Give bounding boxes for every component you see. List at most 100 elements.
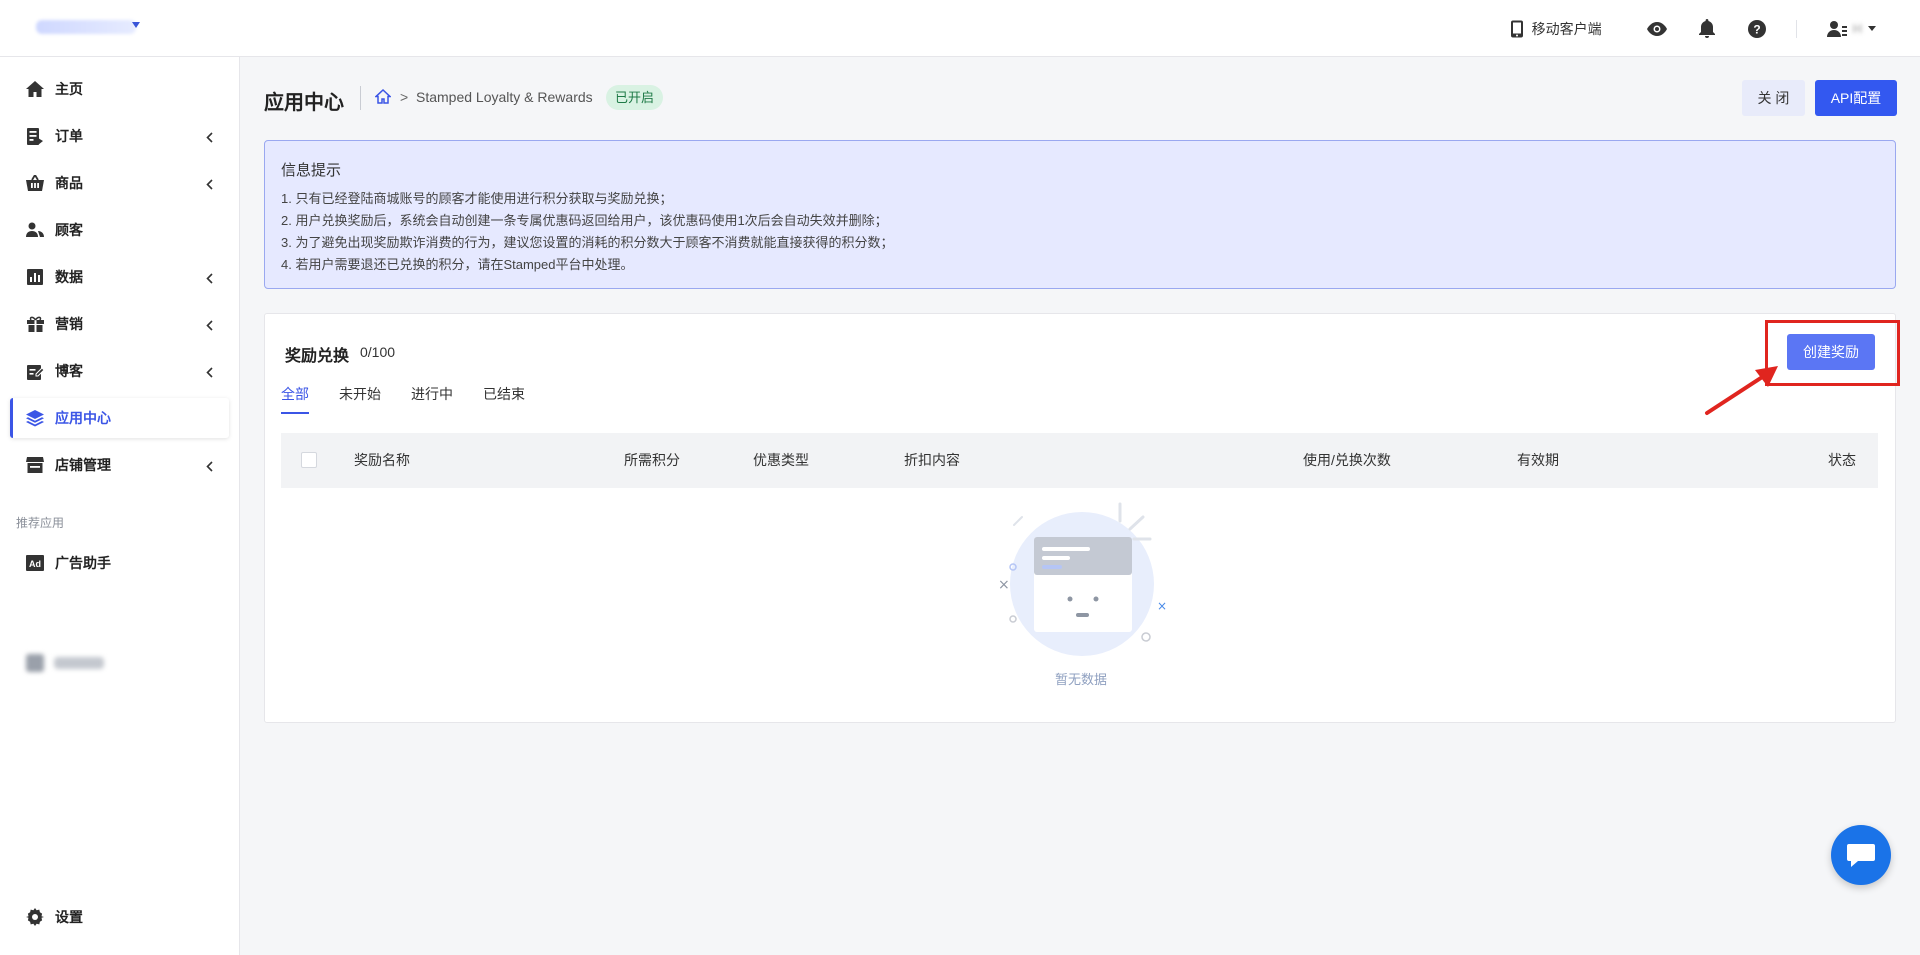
- topbar-divider: [1795, 19, 1797, 38]
- svg-text:?: ?: [1753, 22, 1760, 36]
- chat-bubble-icon: [1847, 844, 1875, 867]
- info-line: 4. 若用户需要退还已兑换的积分，请在Stamped平台中处理。: [281, 257, 634, 272]
- rewards-tabs: 全部 未开始 进行中 已结束: [281, 384, 525, 414]
- close-app-button[interactable]: 关 闭: [1742, 80, 1805, 116]
- sidebar-item-customers[interactable]: 顾客: [10, 210, 229, 250]
- column-usage-count: 使用/兑换次数: [1303, 452, 1391, 468]
- rewards-count: 0/100: [360, 344, 396, 360]
- rewards-card: 奖励兑换 0/100 创建奖励 全部 未开始 进行中 已结束 奖励名称 所需积分…: [264, 313, 1900, 723]
- store-switch-caret[interactable]: [132, 22, 140, 28]
- empty-state-text: 暂无数据: [1054, 672, 1107, 687]
- svg-text:×: ×: [1157, 599, 1167, 613]
- sidebar-item-label: 博客: [55, 363, 83, 379]
- sidebar-item-home[interactable]: 主页: [10, 69, 229, 109]
- column-discount-content: 折扣内容: [904, 452, 960, 468]
- mobile-client-label: 移动客户端: [1531, 20, 1602, 37]
- store-logo[interactable]: [36, 20, 136, 34]
- user-menu-caret: [1868, 26, 1876, 31]
- sidebar-item-label: 商品: [55, 175, 83, 191]
- sidebar-item-label: 应用中心: [55, 410, 111, 426]
- column-reward-name: 奖励名称: [354, 452, 410, 468]
- table-header: 奖励名称 所需积分 优惠类型 折扣内容 使用/兑换次数 有效期 状态: [281, 433, 1878, 488]
- chevron-left-icon: [206, 459, 213, 475]
- status-badge: 已开启: [606, 85, 664, 110]
- mobile-client-link[interactable]: 移动客户端: [1510, 19, 1602, 39]
- layers-icon: [25, 408, 45, 428]
- sidebar-item-data[interactable]: 数据: [10, 257, 229, 297]
- gear-icon: [25, 907, 45, 927]
- info-line: 1. 只有已经登陆商城账号的顾客才能使用进行积分获取与奖励兑换；: [281, 191, 673, 206]
- sidebar-item-app-center[interactable]: 应用中心: [10, 398, 229, 438]
- redacted-app-icon: [26, 654, 44, 672]
- svg-text:×: ×: [998, 577, 1010, 593]
- basket-icon: [25, 173, 45, 193]
- title-divider: [360, 86, 361, 110]
- help-icon[interactable]: ?: [1746, 18, 1768, 40]
- tab-in-progress[interactable]: 进行中: [411, 384, 453, 414]
- ad-icon: Ad: [25, 553, 45, 573]
- chart-icon: [25, 267, 45, 287]
- sidebar-item-label: 订单: [55, 128, 83, 144]
- breadcrumb-separator: >: [400, 89, 409, 105]
- sidebar-item-marketing[interactable]: 营销: [10, 304, 229, 344]
- info-line: 2. 用户兑换奖励后，系统会自动创建一条专属优惠码返回给用户，该优惠码使用1次后…: [281, 213, 888, 228]
- breadcrumb-home-icon[interactable]: [374, 88, 392, 107]
- sidebar-item-products[interactable]: 商品: [10, 163, 229, 203]
- info-notice: 信息提示 1. 只有已经登陆商城账号的顾客才能使用进行积分获取与奖励兑换； 2.…: [264, 140, 1896, 289]
- bell-icon[interactable]: [1696, 18, 1718, 40]
- chat-support-button[interactable]: [1831, 825, 1891, 885]
- info-notice-title: 信息提示: [281, 162, 342, 179]
- mobile-icon: [1510, 20, 1523, 37]
- sidebar-item-label: 广告助手: [55, 555, 111, 571]
- user-name: H: [1852, 21, 1862, 36]
- user-icon: [1826, 20, 1847, 37]
- annotation-arrow-icon: [1705, 366, 1778, 415]
- tab-ended[interactable]: 已结束: [483, 384, 525, 414]
- rewards-title: 奖励兑换: [285, 348, 350, 365]
- column-status: 状态: [1828, 452, 1856, 468]
- svg-text:Ad: Ad: [29, 559, 41, 569]
- page-title: 应用中心: [264, 92, 344, 114]
- sidebar-item-redacted-app[interactable]: [26, 654, 104, 672]
- store-icon: [25, 455, 45, 475]
- edit-icon: [25, 361, 45, 381]
- recommended-apps-heading: 推荐应用: [16, 516, 65, 530]
- sidebar: 主页 订单 商品 顾客 数据 营销 博客 应用中心 店铺管理 推荐应用 Ad 广…: [0, 57, 240, 955]
- create-reward-button[interactable]: 创建奖励: [1787, 334, 1875, 370]
- tab-not-started[interactable]: 未开始: [339, 384, 381, 414]
- home-icon: [25, 79, 45, 99]
- sidebar-item-label: 设置: [55, 909, 83, 925]
- select-all-checkbox[interactable]: [301, 452, 317, 468]
- chevron-left-icon: [206, 365, 213, 381]
- gift-icon: [25, 314, 45, 334]
- breadcrumb-app-name: Stamped Loyalty & Rewards: [416, 89, 593, 105]
- sidebar-item-label: 数据: [55, 269, 83, 285]
- sidebar-item-label: 主页: [55, 81, 83, 97]
- tab-all[interactable]: 全部: [281, 384, 309, 414]
- empty-state-illustration: × ×: [998, 502, 1167, 656]
- column-validity: 有效期: [1517, 452, 1559, 468]
- preview-eye-icon[interactable]: [1646, 18, 1668, 40]
- chevron-left-icon: [206, 318, 213, 334]
- sidebar-item-ad-assistant[interactable]: Ad 广告助手: [10, 543, 229, 583]
- sidebar-item-label: 顾客: [55, 222, 83, 238]
- sidebar-item-orders[interactable]: 订单: [10, 116, 229, 156]
- sidebar-item-settings[interactable]: 设置: [10, 897, 229, 937]
- sidebar-item-label: 店铺管理: [55, 457, 111, 473]
- user-menu[interactable]: H: [1826, 20, 1876, 38]
- customers-icon: [25, 220, 45, 240]
- redacted-app-label: [54, 657, 104, 669]
- chevron-left-icon: [206, 177, 213, 193]
- chevron-left-icon: [206, 130, 213, 146]
- column-required-points: 所需积分: [624, 452, 680, 468]
- order-icon: [25, 126, 45, 146]
- sidebar-item-blog[interactable]: 博客: [10, 351, 229, 391]
- sidebar-item-store-management[interactable]: 店铺管理: [10, 445, 229, 485]
- column-discount-type: 优惠类型: [753, 452, 809, 468]
- top-right-actions: 移动客户端 ? H: [1510, 0, 1920, 57]
- api-config-button[interactable]: API配置: [1815, 80, 1897, 116]
- chevron-left-icon: [206, 271, 213, 287]
- sidebar-item-label: 营销: [55, 316, 83, 332]
- info-line: 3. 为了避免出现奖励欺诈消费的行为，建议您设置的消耗的积分数大于顾客不消费就能…: [281, 235, 894, 250]
- top-bar: 移动客户端 ? H: [0, 0, 1920, 57]
